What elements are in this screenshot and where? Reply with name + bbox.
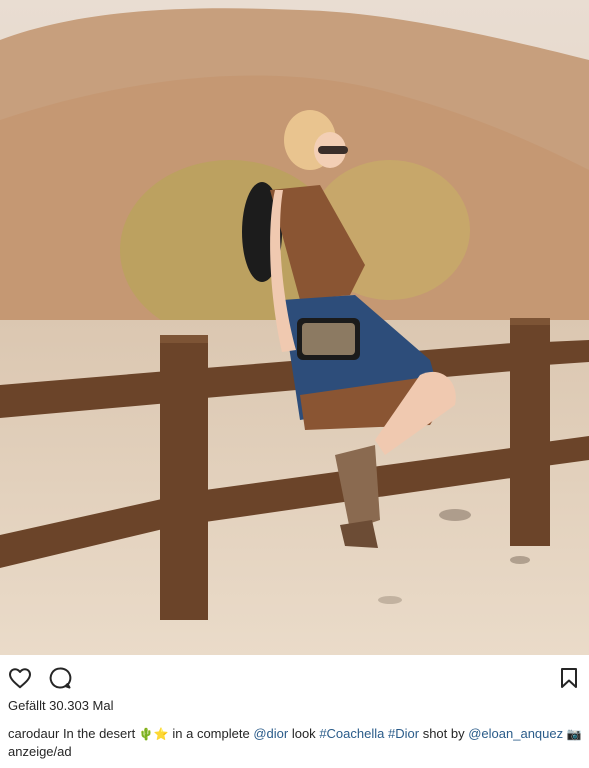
hashtag-link[interactable]: #Coachella [319, 726, 384, 741]
caption-text: In the desert [62, 726, 136, 741]
hashtag-link[interactable]: #Dior [388, 726, 419, 741]
mention-link[interactable]: @eloan_anquez [468, 726, 563, 741]
caption-username[interactable]: carodaur [8, 726, 59, 741]
bookmark-icon[interactable] [560, 667, 578, 689]
post-caption: carodaur In the desert 🌵⭐ in a complete … [8, 725, 583, 761]
likes-count[interactable]: Gefällt 30.303 Mal [8, 698, 114, 713]
caption-text: in a complete [172, 726, 250, 741]
post-actions-bar [0, 655, 589, 699]
cactus-icon: 🌵 [138, 727, 154, 741]
rock [378, 596, 402, 604]
rock [439, 509, 471, 521]
rock [510, 556, 530, 564]
mention-link[interactable]: @dior [253, 726, 288, 741]
caption-text: shot by [422, 726, 465, 741]
comment-icon[interactable] [48, 666, 72, 690]
camera-icon: 📷 [566, 727, 582, 741]
caption-text: look [291, 726, 316, 741]
instagram-post: Gefällt 30.303 Mal carodaur In the deser… [0, 0, 589, 768]
ad-label: anzeige/ad [8, 744, 72, 759]
star-icon: ⭐ [153, 727, 169, 741]
post-photo[interactable] [0, 0, 589, 655]
heart-icon[interactable] [8, 667, 32, 689]
